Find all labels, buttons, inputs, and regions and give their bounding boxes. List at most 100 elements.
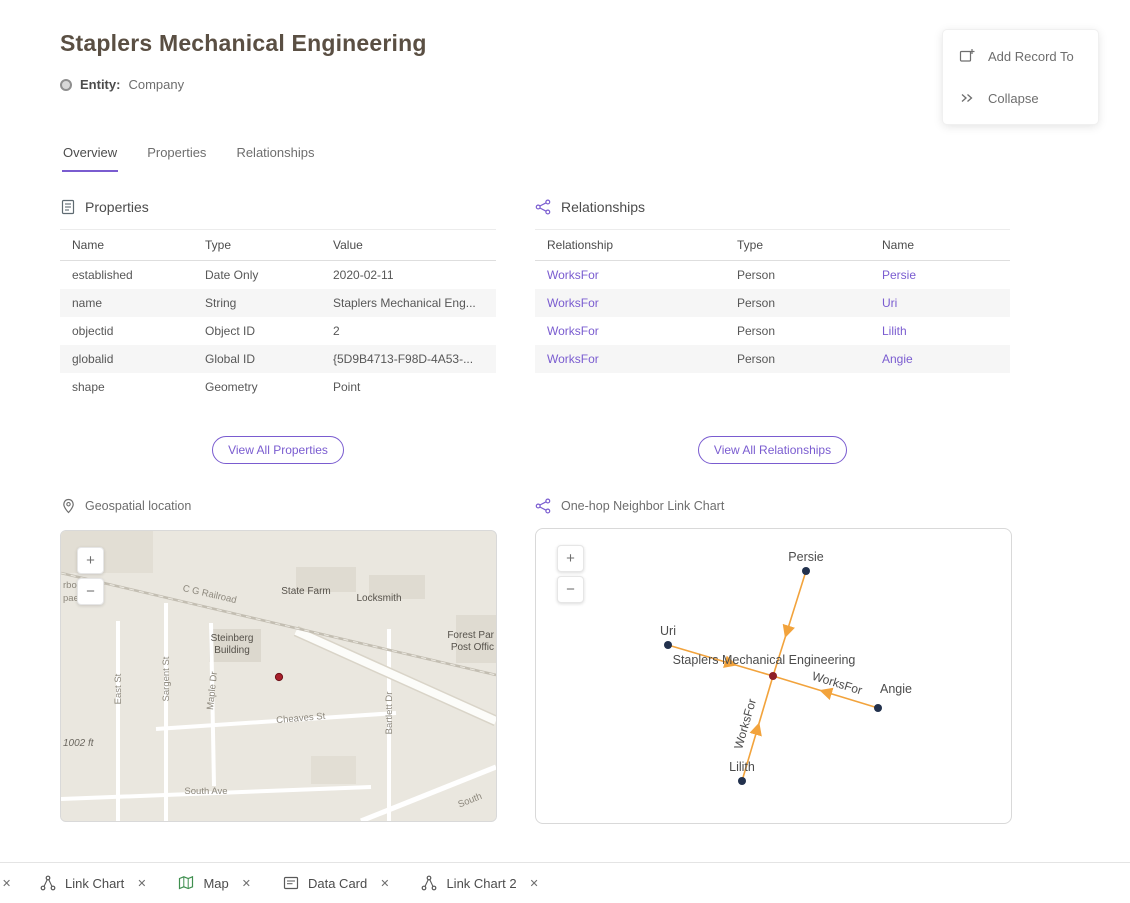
- map-building: [61, 531, 153, 573]
- related-entity-link[interactable]: Persie: [882, 268, 916, 282]
- property-value-cell: Staplers Mechanical Eng...: [321, 289, 496, 317]
- relationship-link[interactable]: WorksFor: [547, 268, 599, 282]
- map-zoom-in-button[interactable]: +: [77, 547, 104, 574]
- chart-zoom-out-button[interactable]: −: [557, 576, 584, 603]
- properties-icon: [60, 199, 76, 215]
- map-label-locksmith: Locksmith: [356, 593, 401, 604]
- view-all-properties-button[interactable]: View All Properties: [212, 436, 344, 464]
- link-chart-canvas[interactable]: WorksFor WorksFor Persie Uri Angie Lilit…: [536, 529, 1011, 823]
- tab-close-button[interactable]: ✕: [380, 877, 389, 890]
- node-angie[interactable]: [874, 704, 882, 712]
- table-row: WorksFor Person Uri: [535, 289, 1010, 317]
- property-type-cell: Date Only: [193, 261, 321, 290]
- related-entity-link[interactable]: Angie: [882, 352, 913, 366]
- column-header-value: Value: [321, 230, 496, 261]
- relationship-type-cell: Person: [725, 261, 870, 290]
- linkchart-section-title: One-hop Neighbor Link Chart: [561, 499, 724, 513]
- column-header-type: Type: [193, 230, 321, 261]
- node-label-persie: Persie: [788, 550, 823, 564]
- bottom-tab-label: Data Card: [308, 876, 367, 891]
- bottom-tab-bar: ✕ Link Chart ✕ Map ✕: [0, 862, 1130, 903]
- menu-item-label: Collapse: [988, 91, 1039, 106]
- bottom-tab-link-chart[interactable]: Link Chart ✕: [40, 875, 146, 891]
- link-chart-icon: [535, 498, 552, 514]
- tab-close-button[interactable]: ✕: [530, 877, 539, 890]
- property-type-cell: Global ID: [193, 345, 321, 373]
- tab-properties[interactable]: Properties: [146, 143, 207, 172]
- relationships-table: Relationship Type Name WorksFor Person P…: [535, 229, 1010, 373]
- bottom-tab-label: Link Chart 2: [446, 876, 516, 891]
- entity-type-icon: [60, 79, 72, 91]
- map-pin-icon: [61, 498, 76, 514]
- property-value-cell: 2: [321, 317, 496, 345]
- related-entity-link[interactable]: Lilith: [882, 324, 907, 338]
- table-header-row: Name Type Value: [60, 230, 496, 261]
- tab-relationships[interactable]: Relationships: [235, 143, 315, 172]
- tab-overview[interactable]: Overview: [62, 143, 118, 172]
- map-canvas[interactable]: C G Railroad State Farm Locksmith Steinb…: [61, 531, 496, 821]
- tab-close-partial[interactable]: ✕: [2, 877, 16, 890]
- node-uri[interactable]: [664, 641, 672, 649]
- properties-section-header: Properties: [60, 199, 149, 215]
- node-center-company[interactable]: [769, 672, 777, 680]
- view-all-relationships-button[interactable]: View All Relationships: [698, 436, 847, 464]
- entity-value: Company: [128, 77, 184, 92]
- entity-label: Entity:: [80, 77, 120, 92]
- geospatial-section-header: Geospatial location: [61, 498, 191, 514]
- table-row: WorksFor Person Persie: [535, 261, 1010, 290]
- view-all-relationships-wrap: View All Relationships: [535, 436, 1010, 464]
- chart-zoom-controls: + −: [557, 545, 584, 603]
- bottom-tab-link-chart-2[interactable]: Link Chart 2 ✕: [421, 875, 538, 891]
- menu-item-add-record-to[interactable]: Add Record To: [943, 35, 1098, 77]
- menu-item-collapse[interactable]: Collapse: [943, 77, 1098, 119]
- data-card-page: Staplers Mechanical Engineering Entity: …: [0, 0, 1130, 903]
- tab-close-button[interactable]: ✕: [137, 877, 146, 890]
- column-header-name: Name: [870, 230, 1010, 261]
- map-label-sargent-st: Sargent St: [161, 656, 172, 701]
- view-all-properties-wrap: View All Properties: [60, 436, 496, 464]
- properties-table: Name Type Value established Date Only 20…: [60, 229, 496, 401]
- map-entity-marker[interactable]: [275, 673, 282, 680]
- bottom-tab-data-card[interactable]: Data Card ✕: [283, 875, 389, 891]
- map-label-state-farm: State Farm: [281, 586, 330, 597]
- edge-label-worksfor: WorksFor: [810, 669, 864, 698]
- property-name-cell: globalid: [60, 345, 193, 373]
- column-header-name: Name: [60, 230, 193, 261]
- relationships-section-header: Relationships: [535, 199, 645, 215]
- relationship-link[interactable]: WorksFor: [547, 296, 599, 310]
- property-name-cell: name: [60, 289, 193, 317]
- tab-bar: Overview Properties Relationships: [62, 143, 315, 172]
- map-building: [311, 756, 356, 784]
- linkchart-section-header: One-hop Neighbor Link Chart: [535, 498, 724, 514]
- map-label-east-st: East St: [113, 673, 124, 704]
- data-card-icon: [283, 875, 299, 891]
- relationships-section-title: Relationships: [561, 199, 645, 215]
- map-zoom-out-button[interactable]: −: [77, 578, 104, 605]
- relationship-link[interactable]: WorksFor: [547, 352, 599, 366]
- map-icon: [178, 875, 194, 891]
- bottom-tab-label: Map: [203, 876, 228, 891]
- map-widget: + − C G Railroad: [60, 530, 497, 822]
- table-row: name String Staplers Mechanical Eng...: [60, 289, 496, 317]
- menu-item-label: Add Record To: [988, 49, 1074, 64]
- property-type-cell: Geometry: [193, 373, 321, 401]
- node-lilith[interactable]: [738, 777, 746, 785]
- relationship-link[interactable]: WorksFor: [547, 324, 599, 338]
- chart-zoom-in-button[interactable]: +: [557, 545, 584, 572]
- tab-close-button[interactable]: ✕: [242, 877, 251, 890]
- bottom-tab-label: Link Chart: [65, 876, 124, 891]
- geospatial-section-title: Geospatial location: [85, 499, 191, 513]
- column-header-type: Type: [725, 230, 870, 261]
- relationship-type-cell: Person: [725, 289, 870, 317]
- add-record-icon: [959, 48, 975, 64]
- edge-label-worksfor: WorksFor: [731, 697, 759, 751]
- map-label-south-ave: South Ave: [184, 786, 227, 797]
- property-name-cell: shape: [60, 373, 193, 401]
- bottom-tab-map[interactable]: Map ✕: [178, 875, 251, 891]
- related-entity-link[interactable]: Uri: [882, 296, 897, 310]
- link-chart-widget: + − WorksFor WorksFor Persie: [535, 528, 1012, 824]
- properties-section-title: Properties: [85, 199, 149, 215]
- table-row: WorksFor Person Angie: [535, 345, 1010, 373]
- table-header-row: Relationship Type Name: [535, 230, 1010, 261]
- node-persie[interactable]: [802, 567, 810, 575]
